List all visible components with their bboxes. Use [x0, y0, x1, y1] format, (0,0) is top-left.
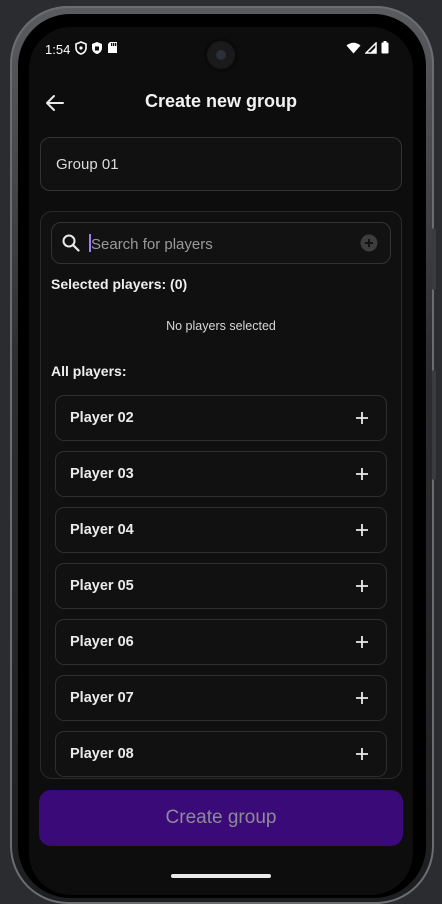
sd-card-icon	[108, 42, 117, 53]
player-item[interactable]: Player 06	[55, 619, 387, 665]
add-player-icon[interactable]	[355, 467, 369, 481]
battery-icon	[381, 41, 389, 54]
all-players-heading: All players:	[51, 363, 127, 379]
volume-button	[432, 228, 436, 290]
app-screen: 1:54 Create new group Group 01 Search fo…	[29, 27, 413, 895]
search-field[interactable]	[51, 222, 391, 264]
add-player-icon[interactable]	[355, 579, 369, 593]
player-name: Player 04	[70, 522, 134, 538]
home-indicator[interactable]	[171, 874, 271, 878]
page-title: Create new group	[144, 91, 298, 111]
add-player-icon[interactable]	[355, 691, 369, 705]
group-name-field[interactable]: Group 01	[40, 137, 402, 191]
player-name: Player 02	[70, 410, 134, 426]
group-name-value: Group 01	[56, 156, 119, 173]
status-time: 1:54	[45, 42, 71, 57]
search-icon	[62, 234, 80, 252]
player-item[interactable]: Player 08	[55, 731, 387, 777]
add-player-icon[interactable]	[355, 747, 369, 761]
player-name: Player 06	[70, 634, 134, 650]
player-name: Player 07	[70, 690, 134, 706]
create-group-button[interactable]: Create group	[39, 790, 403, 846]
add-circle-icon[interactable]	[360, 234, 378, 252]
location-shield-icon	[75, 41, 87, 55]
vpn-shield-icon	[92, 42, 102, 54]
selected-players-heading: Selected players: (0)	[51, 276, 188, 292]
player-name: Player 03	[70, 466, 134, 482]
player-item[interactable]: Player 03	[55, 451, 387, 497]
camera-cutout	[207, 41, 235, 69]
status-bar: 1:54	[29, 27, 413, 73]
wifi-icon	[346, 42, 361, 53]
empty-selection-text: No players selected	[166, 319, 276, 333]
player-name: Player 05	[70, 578, 134, 594]
add-player-icon[interactable]	[355, 411, 369, 425]
text-cursor	[89, 234, 91, 252]
player-item[interactable]: Player 05	[55, 563, 387, 609]
search-input[interactable]	[89, 232, 343, 256]
player-item[interactable]: Player 07	[55, 675, 387, 721]
power-button	[432, 370, 436, 480]
players-panel: Selected players: (0) No players selecte…	[40, 211, 402, 779]
add-player-icon[interactable]	[355, 523, 369, 537]
signal-icon	[365, 41, 377, 54]
player-item[interactable]: Player 04	[55, 507, 387, 553]
player-item[interactable]: Player 02	[55, 395, 387, 441]
player-name: Player 08	[70, 746, 134, 762]
add-player-icon[interactable]	[355, 635, 369, 649]
